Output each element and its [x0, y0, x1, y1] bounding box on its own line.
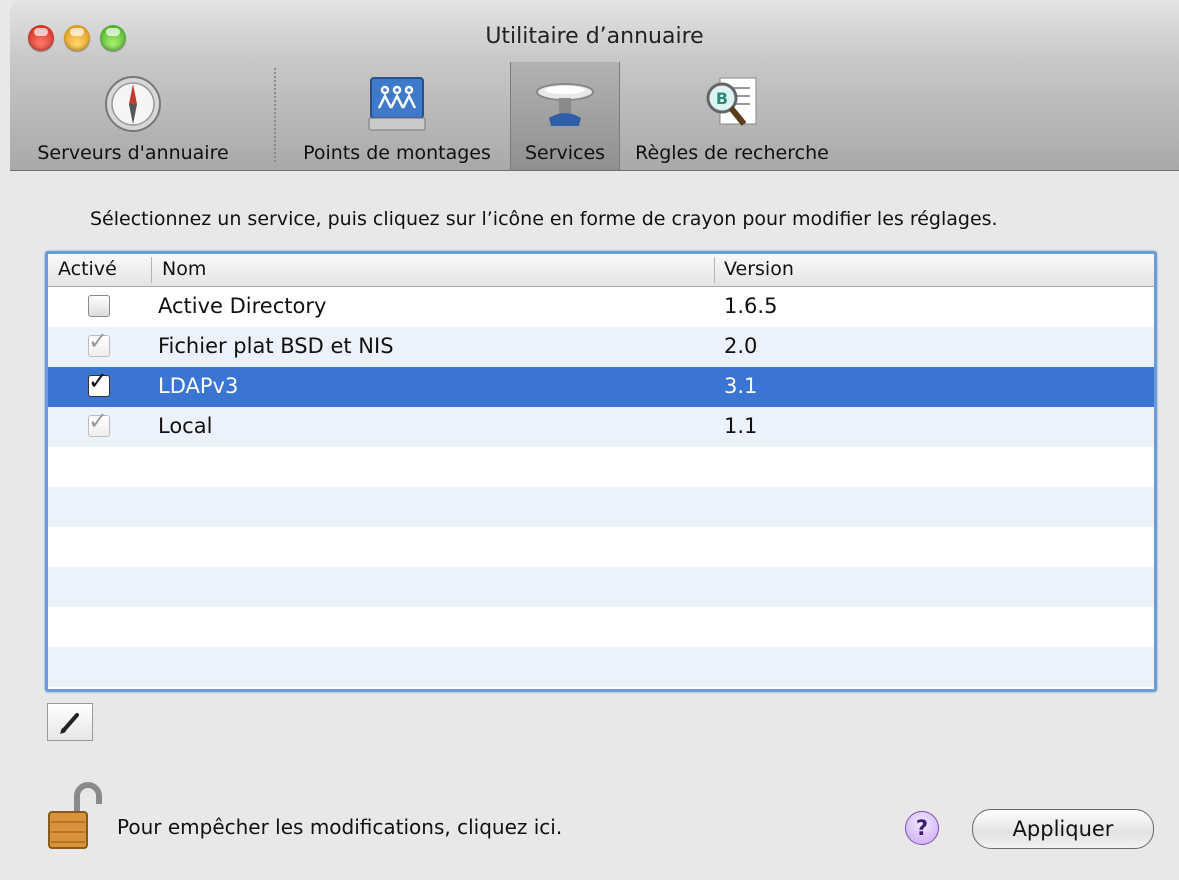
toolbar-mounts[interactable]: Points de montages [286, 62, 508, 170]
apply-button[interactable]: Appliquer [972, 809, 1154, 849]
table-row[interactable]: ✓ LDAPv3 3.1 [48, 367, 1154, 407]
toolbar-label: Services [524, 142, 606, 164]
empty-row [48, 647, 1154, 687]
empty-row [48, 607, 1154, 647]
enable-checkbox[interactable]: ✓ [88, 407, 110, 437]
column-header-active[interactable]: Activé [58, 258, 117, 280]
unlocked-padlock-icon [48, 782, 102, 849]
lock-button[interactable] [47, 782, 103, 856]
help-button[interactable]: ? [905, 811, 939, 845]
window-title: Utilitaire d’annuaire [485, 24, 704, 49]
empty-row [48, 567, 1154, 607]
column-divider [714, 257, 715, 283]
column-header-version[interactable]: Version [724, 258, 794, 280]
instruction-text: Sélectionnez un service, puis cliquez su… [90, 208, 998, 230]
svg-text:B: B [716, 89, 728, 108]
enable-checkbox[interactable]: ✓ [88, 327, 110, 357]
column-divider [151, 257, 152, 283]
enable-checkbox[interactable] [88, 295, 110, 317]
pencil-icon [60, 713, 79, 734]
table-row[interactable]: Active Directory 1.6.5 [48, 287, 1154, 327]
toolbar-label: Règles de recherche [635, 142, 829, 164]
table-header: Activé Nom Version [48, 254, 1154, 287]
compass-icon [105, 76, 161, 132]
edit-button[interactable] [47, 703, 93, 741]
empty-row [48, 447, 1154, 487]
column-header-name[interactable]: Nom [162, 258, 206, 280]
toolbar-label: Serveurs d'annuaire [37, 142, 229, 164]
table-row[interactable]: ✓ Fichier plat BSD et NIS 2.0 [48, 327, 1154, 367]
service-name: Local [158, 414, 213, 438]
service-name: Fichier plat BSD et NIS [158, 334, 394, 358]
lock-message[interactable]: Pour empêcher les modifications, cliquez… [117, 815, 562, 839]
table-body: Active Directory 1.6.5 ✓ Fichier plat BS… [48, 287, 1154, 687]
service-version: 3.1 [724, 374, 758, 398]
toolbar-label: Points de montages [303, 142, 491, 164]
title-bar: Utilitaire d’annuaire Serveurs d'annuair… [10, 0, 1179, 171]
toolbar-search-policy[interactable]: B Règles de recherche [622, 62, 842, 170]
service-name: Active Directory [158, 294, 327, 318]
empty-row [48, 527, 1154, 567]
table-row[interactable]: ✓ Local 1.1 [48, 407, 1154, 447]
drive-network-icon [368, 77, 426, 131]
services-table[interactable]: Activé Nom Version Active Directory 1.6.… [45, 251, 1157, 692]
empty-row [48, 487, 1154, 527]
service-version: 1.6.5 [724, 294, 778, 318]
enable-checkbox[interactable]: ✓ [88, 367, 110, 397]
service-version: 2.0 [724, 334, 758, 358]
toolbar-directory-servers[interactable]: Serveurs d'annuaire [18, 62, 248, 170]
service-version: 1.1 [724, 414, 758, 438]
service-name: LDAPv3 [158, 374, 239, 398]
services-plate-icon [536, 83, 594, 126]
toolbar-services[interactable]: Services [510, 62, 620, 170]
search-policy-icon: B [706, 77, 757, 126]
toolbar-separator [274, 68, 276, 162]
